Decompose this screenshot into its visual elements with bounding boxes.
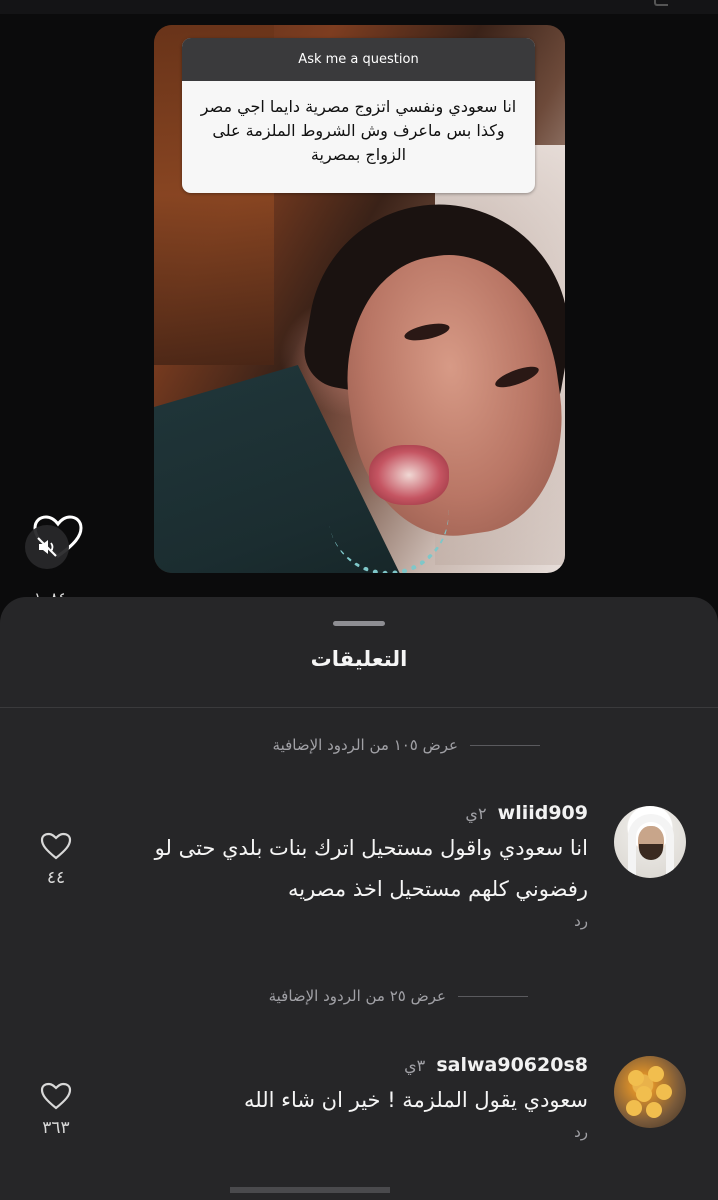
avatar-flower — [636, 1086, 652, 1102]
sheet-grabber[interactable] — [333, 621, 385, 626]
avatar-flower — [628, 1070, 644, 1086]
avatar-flower — [626, 1100, 642, 1116]
avatar[interactable] — [614, 1056, 686, 1128]
comment-timestamp: ٣ي — [404, 1056, 426, 1075]
next-item-peek-bar — [230, 1187, 390, 1200]
comment-username[interactable]: salwa90620s8 — [436, 1054, 588, 1076]
comment-like-count: ٤٤ — [46, 868, 66, 888]
divider — [0, 707, 718, 708]
reply-button[interactable]: رد — [128, 912, 588, 930]
view-more-replies-label: عرض ١٠٥ من الردود الإضافية — [272, 736, 458, 754]
status-strip — [0, 0, 718, 14]
comment: wliid909 ٢ي انا سعودي واقول مستحيل اترك … — [128, 802, 588, 930]
reply-button[interactable]: رد — [128, 1123, 588, 1141]
heart-outline-icon[interactable] — [40, 832, 72, 860]
view-more-replies-label: عرض ٢٥ من الردود الإضافية — [268, 987, 446, 1005]
avatar-flower — [656, 1084, 672, 1100]
question-sticker-header: Ask me a question — [182, 38, 535, 81]
story-like-count: ١٠٨٤ — [34, 585, 66, 597]
avatar[interactable] — [614, 806, 686, 878]
next-item-peek — [230, 1187, 390, 1200]
divider-line — [470, 744, 540, 746]
question-sticker: Ask me a question انا سعودي ونفسي اتزوج … — [182, 38, 535, 193]
comment-timestamp: ٢ي — [465, 804, 487, 823]
avatar-flower — [646, 1102, 662, 1118]
corner-indicator — [654, 0, 668, 6]
comments-sheet: التعليقات عرض ١٠٥ من الردود الإضافية wli… — [0, 597, 718, 1200]
mute-button[interactable] — [25, 525, 69, 569]
comment: salwa90620s8 ٣ي سعودي يقول الملزمة ! خير… — [128, 1054, 588, 1141]
view-more-replies-button[interactable]: عرض ١٠٥ من الردود الإضافية — [273, 736, 540, 754]
comment-text: انا سعودي واقول مستحيل اترك بنات بلدي حت… — [154, 836, 588, 901]
comment-like[interactable]: ٣٦٣ — [36, 1082, 76, 1138]
divider-line — [458, 995, 528, 997]
question-sticker-text: انا سعودي ونفسي اتزوج مصرية دايما اجي مص… — [200, 97, 517, 164]
comment-like[interactable]: ٤٤ — [36, 832, 76, 888]
avatar-flower — [648, 1066, 664, 1082]
comment-like-count: ٣٦٣ — [42, 1118, 70, 1138]
heart-outline-icon[interactable] — [40, 1082, 72, 1110]
sheet-title: التعليقات — [310, 647, 408, 671]
speaker-muted-icon — [37, 537, 57, 557]
screen: Ask me a question انا سعودي ونفسي اتزوج … — [0, 0, 718, 1200]
view-more-replies-button[interactable]: عرض ٢٥ من الردود الإضافية — [269, 987, 528, 1005]
comment-username[interactable]: wliid909 — [498, 802, 588, 824]
comment-text: سعودي يقول الملزمة ! خير ان شاء الله — [244, 1088, 588, 1112]
